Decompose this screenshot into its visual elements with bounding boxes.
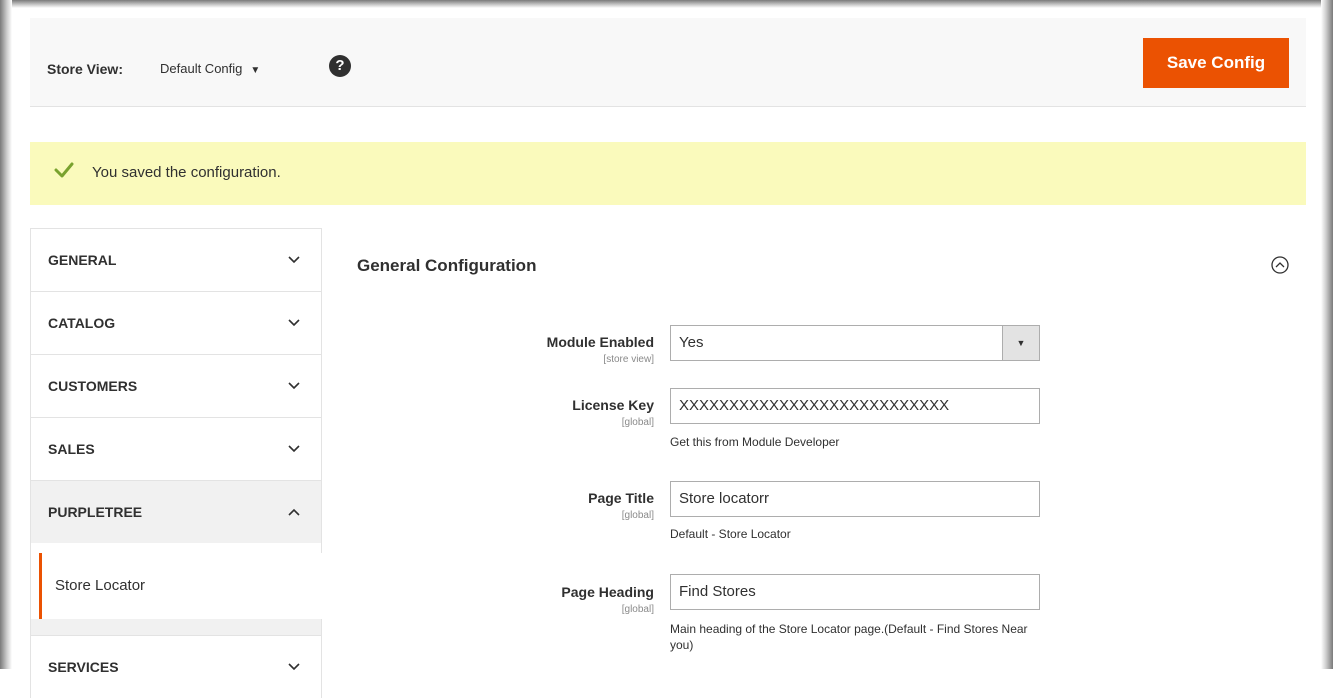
save-config-button[interactable]: Save Config xyxy=(1143,38,1289,88)
module-enabled-scope: [store view] xyxy=(603,354,654,365)
module-enabled-label: Module Enabled xyxy=(546,334,654,350)
page-title-scope: [global] xyxy=(621,510,654,521)
tab-sales[interactable]: SALES xyxy=(30,417,322,480)
tab-purpletree[interactable]: PURPLETREE xyxy=(30,480,322,543)
success-message-text: You saved the configuration. xyxy=(92,164,281,181)
collapse-circle-icon[interactable] xyxy=(1270,255,1290,275)
license-key-note: Get this from Module Developer xyxy=(670,435,840,449)
chevron-down-icon xyxy=(288,382,300,390)
frame-shadow-right xyxy=(1321,0,1333,669)
license-key-label: License Key xyxy=(572,397,654,413)
sidebar-divider xyxy=(30,619,322,635)
page-title-label: Page Title xyxy=(588,490,654,506)
dropdown-arrow-icon: ▼ xyxy=(1002,326,1039,360)
caret-down-icon: ▼ xyxy=(250,65,261,76)
license-key-scope: [global] xyxy=(621,417,654,428)
tab-label: SALES xyxy=(48,441,95,457)
tab-services[interactable]: SERVICES xyxy=(30,635,322,698)
store-view-switcher[interactable]: Default Config ▼ xyxy=(160,61,260,76)
tab-label: GENERAL xyxy=(48,252,117,268)
license-key-value: XXXXXXXXXXXXXXXXXXXXXXXXXXX xyxy=(679,397,950,414)
config-tabs-sidebar: GENERAL CATALOG CUSTOMERS SALES PURPLETR… xyxy=(30,228,325,698)
tab-label: CATALOG xyxy=(48,315,116,331)
chevron-down-icon xyxy=(288,663,300,671)
page-heading-input[interactable]: Find Stores xyxy=(670,574,1040,610)
purpletree-submenu: Store Locator xyxy=(30,543,325,619)
page-heading-scope: [global] xyxy=(621,604,654,615)
page-title-note: Default - Store Locator xyxy=(670,527,791,541)
help-icon[interactable]: ? xyxy=(329,55,351,77)
license-key-input[interactable]: XXXXXXXXXXXXXXXXXXXXXXXXXXX xyxy=(670,388,1040,424)
store-view-label: Store View: xyxy=(47,61,123,77)
module-enabled-value: Yes xyxy=(679,334,704,351)
page-actions-bar: Store View: Default Config ▼ ? Save Confi… xyxy=(30,18,1306,107)
chevron-up-icon xyxy=(288,508,300,516)
checkmark-icon xyxy=(54,162,74,178)
frame-shadow-top xyxy=(0,0,1333,8)
page-heading-note: Main heading of the Store Locator page.(… xyxy=(670,622,1028,652)
page-title-value: Store locatorr xyxy=(679,490,770,507)
store-view-value: Default Config xyxy=(160,61,243,76)
page-heading-label: Page Heading xyxy=(561,584,654,600)
chevron-down-icon xyxy=(288,319,300,327)
module-enabled-select[interactable]: Yes ▼ xyxy=(670,325,1040,361)
page-title-input[interactable]: Store locatorr xyxy=(670,481,1040,517)
chevron-down-icon xyxy=(288,445,300,453)
tab-general[interactable]: GENERAL xyxy=(30,228,322,291)
success-message: You saved the configuration. xyxy=(30,142,1306,205)
tab-customers[interactable]: CUSTOMERS xyxy=(30,354,322,417)
tab-catalog[interactable]: CATALOG xyxy=(30,291,322,354)
sidebar-item-store-locator[interactable]: Store Locator xyxy=(39,553,325,619)
sidebar-item-label: Store Locator xyxy=(55,577,146,594)
section-title[interactable]: General Configuration xyxy=(357,256,536,276)
tab-label: SERVICES xyxy=(48,659,119,675)
tab-label: CUSTOMERS xyxy=(48,378,138,394)
tab-label: PURPLETREE xyxy=(48,504,143,520)
page-heading-value: Find Stores xyxy=(679,583,756,600)
frame-shadow-left xyxy=(0,0,12,669)
chevron-down-icon xyxy=(288,256,300,264)
